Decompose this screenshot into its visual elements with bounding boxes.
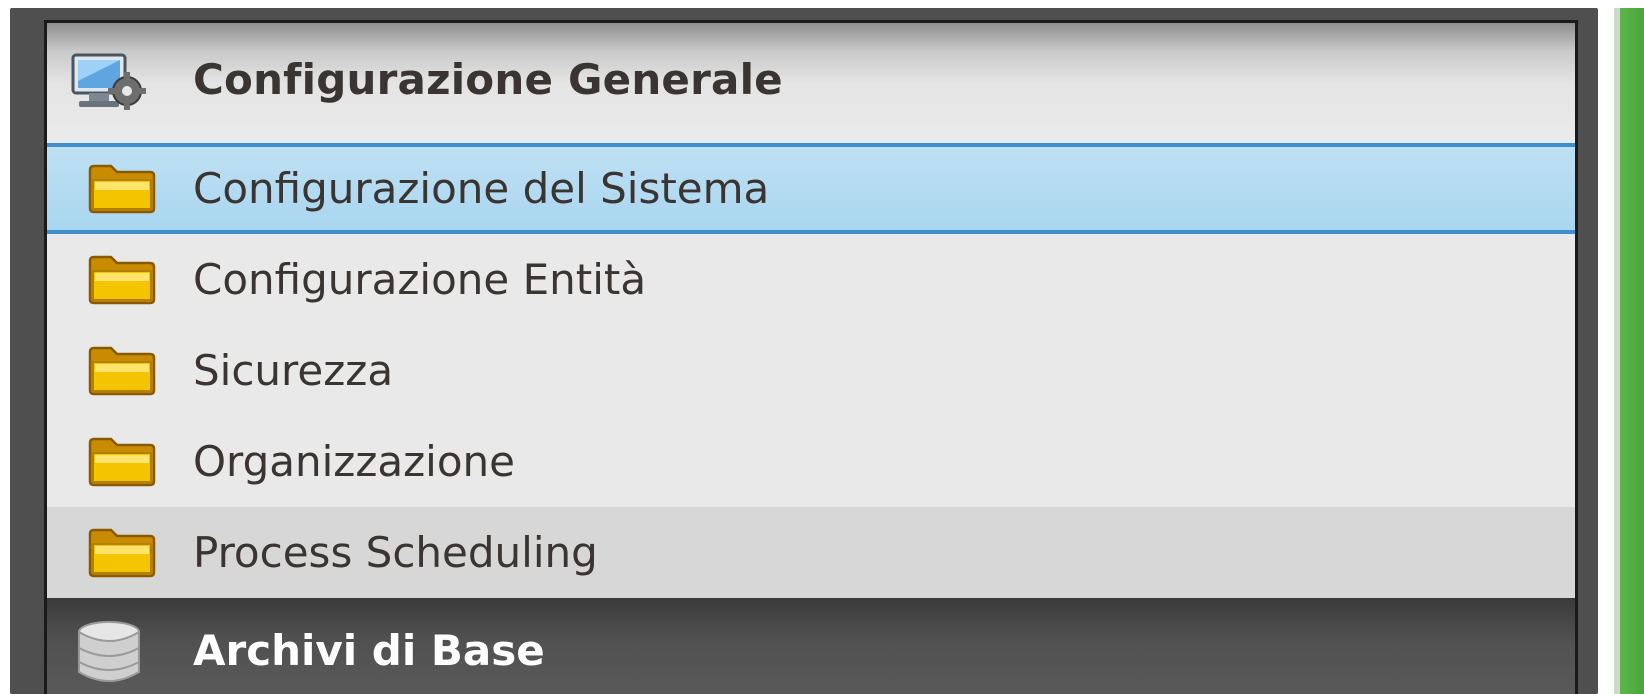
computer-settings-icon [71, 51, 151, 119]
folder-icon [87, 437, 157, 487]
section-title: Archivi di Base [193, 626, 545, 675]
menu-item-process-scheduling[interactable]: Process Scheduling [47, 507, 1575, 598]
folder-icon [87, 528, 157, 578]
menu-item-sicurezza[interactable]: Sicurezza [47, 325, 1575, 416]
navigation-accordion: Configurazione Generale Configurazione d… [44, 20, 1578, 694]
menu-item-label: Sicurezza [193, 346, 394, 395]
menu-item-label: Organizzazione [193, 437, 515, 486]
section-header-configurazione-generale[interactable]: Configurazione Generale [47, 23, 1575, 143]
menu-item-configurazione-del-sistema[interactable]: Configurazione del Sistema [47, 143, 1575, 234]
menu-item-organizzazione[interactable]: Organizzazione [47, 416, 1575, 507]
menu-item-label: Process Scheduling [193, 528, 598, 577]
folder-icon [87, 255, 157, 305]
database-icon [71, 618, 147, 688]
app-window: Configurazione Generale Configurazione d… [0, 0, 1644, 694]
section-header-archivi-di-base[interactable]: Archivi di Base [47, 598, 1575, 694]
folder-icon [87, 346, 157, 396]
menu-item-label: Configurazione Entità [193, 255, 647, 304]
menu-item-label: Configurazione del Sistema [193, 164, 770, 213]
menu-item-configurazione-entita[interactable]: Configurazione Entità [47, 234, 1575, 325]
section-title: Configurazione Generale [193, 55, 783, 104]
content-area-edge [1614, 8, 1644, 694]
folder-icon [87, 164, 157, 214]
